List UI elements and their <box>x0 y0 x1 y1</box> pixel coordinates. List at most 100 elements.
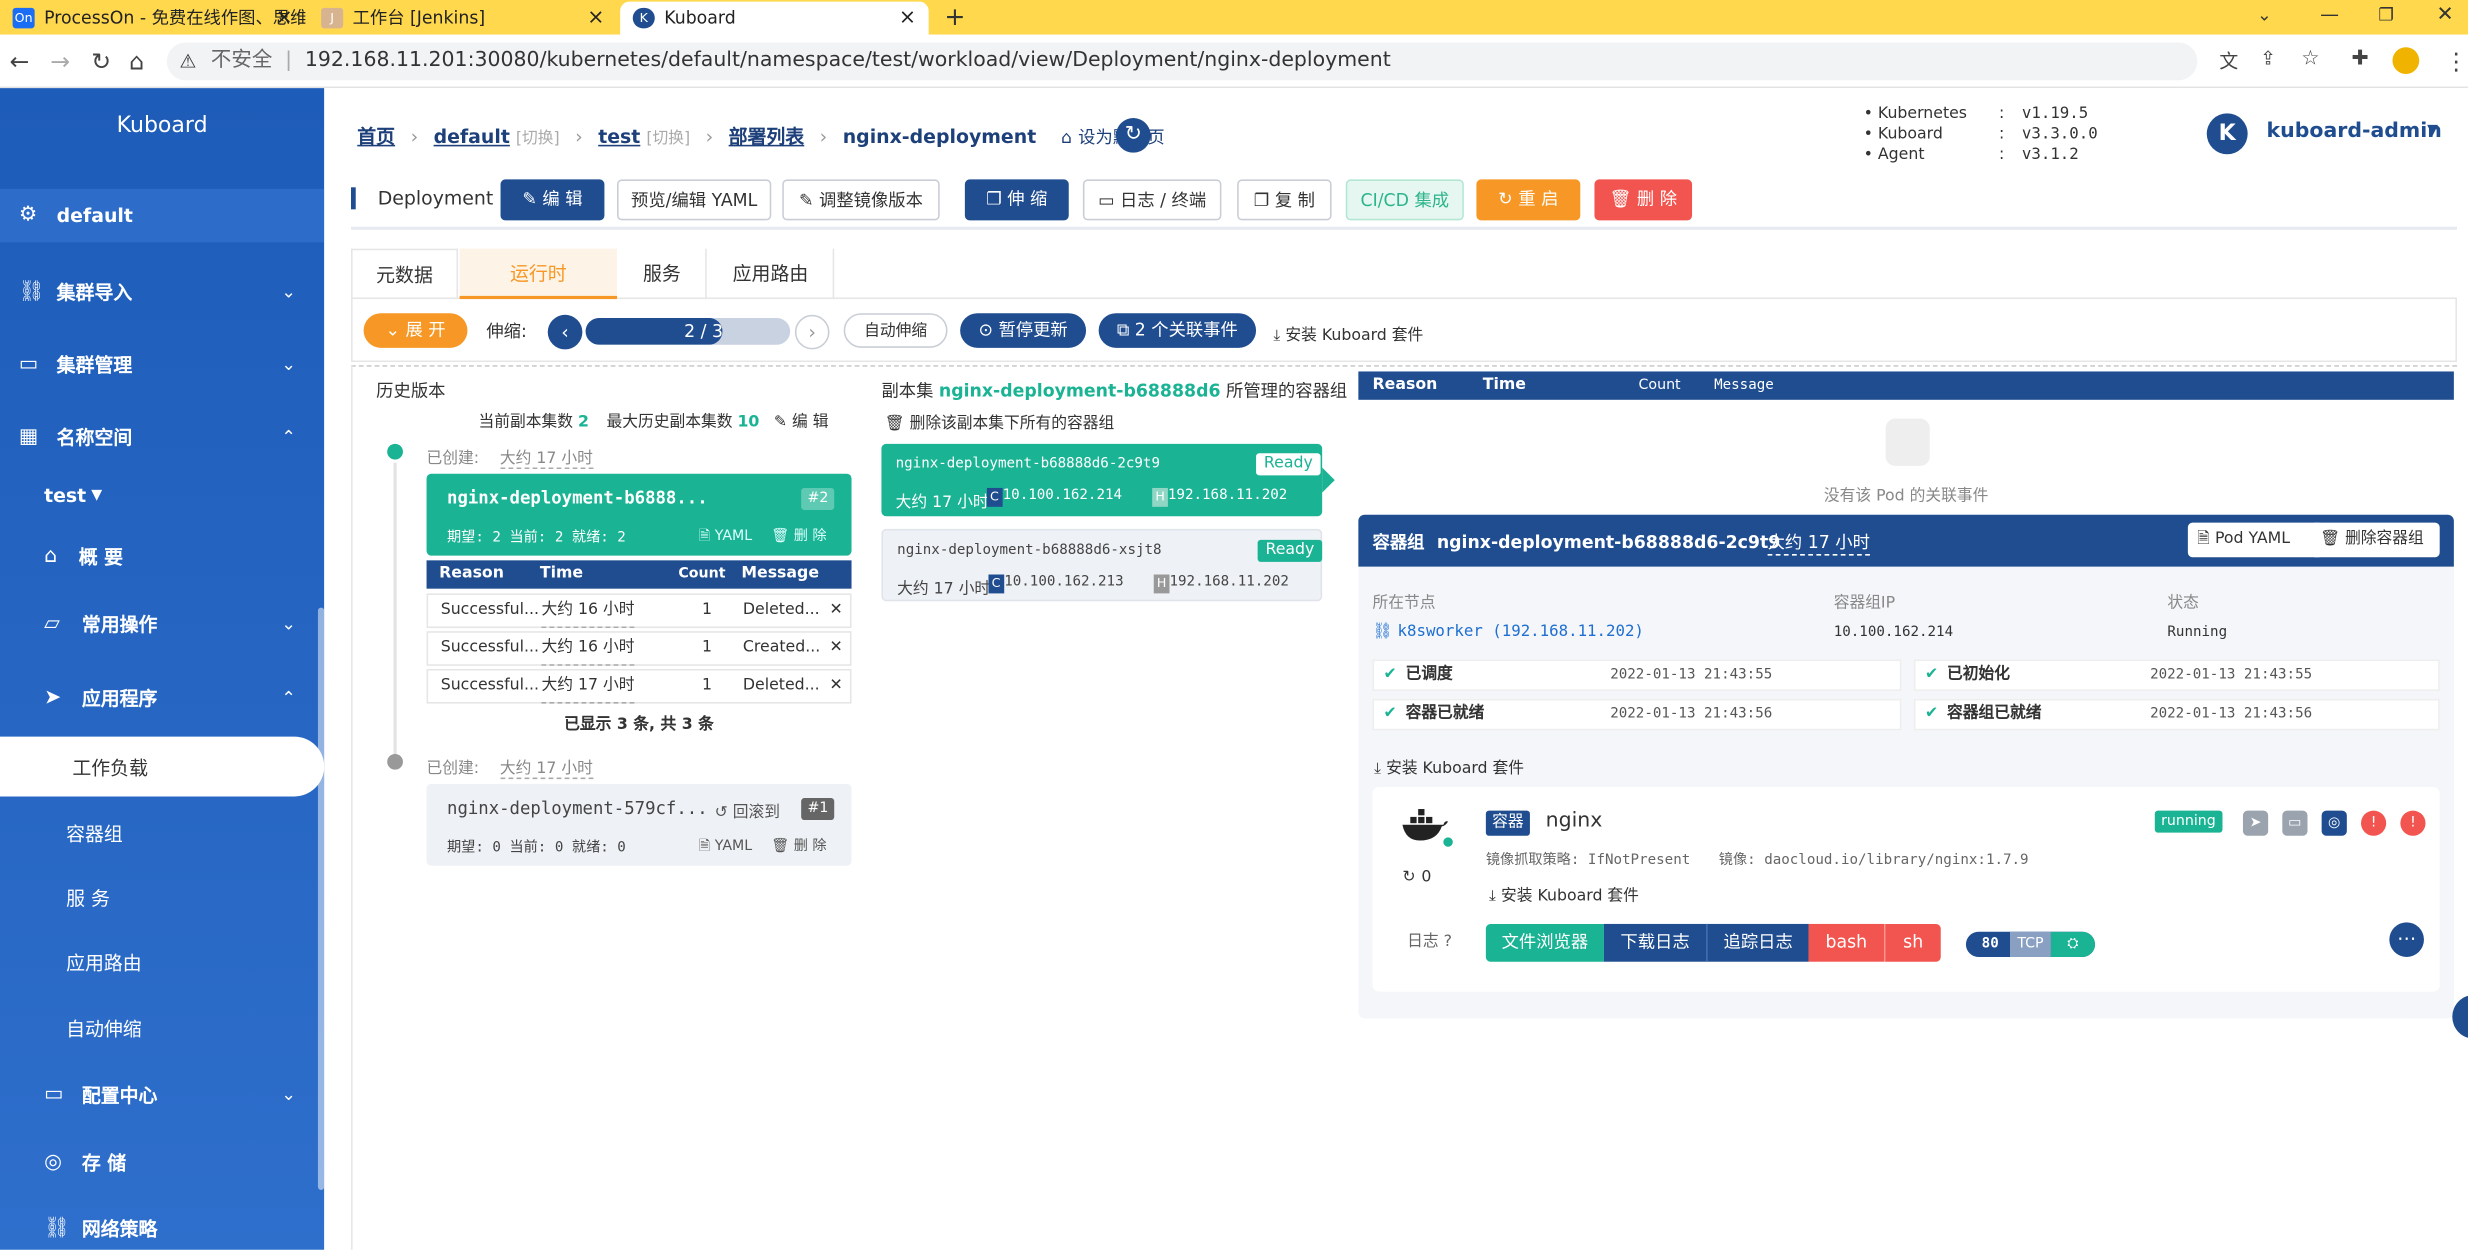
close-window-icon[interactable]: ✕ <box>2437 0 2454 31</box>
sidebar-item-config[interactable]: ▭ 配置中心 ⌄ <box>0 1072 324 1119</box>
breadcrumb-home[interactable]: 首页 <box>357 126 395 148</box>
logs-terminal-button[interactable]: ▭ 日志 / 终端 <box>1082 179 1222 221</box>
delete-pod-button[interactable]: 🗑 删除容器组 <box>2310 522 2440 558</box>
tab-search-icon[interactable]: ⌄ <box>2257 0 2272 31</box>
download-log-button[interactable]: 下载日志 <box>1603 923 1707 962</box>
sidebar-item-ingress[interactable]: 应用路由 <box>66 949 142 976</box>
switch-cluster-link[interactable]: [切换] <box>516 131 560 148</box>
edit-history-link[interactable]: ✎ 编 辑 <box>774 414 829 431</box>
close-tab-icon[interactable]: × <box>276 2 293 35</box>
tail-log-button[interactable]: 追踪日志 <box>1706 923 1809 962</box>
install-suite-link[interactable]: ⤓ 安装 Kuboard 套件 <box>1374 754 1524 777</box>
reload-icon[interactable]: ↻ <box>91 47 111 75</box>
revision-delete-link[interactable]: 🗑 删 除 <box>771 524 826 545</box>
sidebar-item-workloads[interactable]: 工作负载 <box>0 736 325 797</box>
sidebar-item-pods[interactable]: 容器组 <box>66 820 123 847</box>
sidebar-item-label: 工作负载 <box>72 757 148 780</box>
floating-helper-button[interactable] <box>2452 994 2468 1039</box>
minimize-icon[interactable]: — <box>2320 0 2339 28</box>
share-icon[interactable]: ⇪ <box>2260 47 2276 69</box>
extensions-icon[interactable]: ✚ <box>2352 47 2369 71</box>
alert-icon[interactable]: ! <box>2400 810 2426 836</box>
revision-name[interactable]: nginx-deployment-579cf... <box>447 798 708 818</box>
rollback-link[interactable]: ↺ 回滚到 <box>715 798 780 821</box>
tab-ingress[interactable]: 应用路由 <box>708 248 835 300</box>
refresh-button[interactable]: ↻ <box>1115 118 1151 153</box>
sidebar-item-netpolicy[interactable]: ⛓ 网络策略 <box>0 1206 324 1250</box>
node-link[interactable]: ⛓ k8sworker (192.168.11.202) <box>1373 623 1644 640</box>
preview-yaml-button[interactable]: 预览/编辑 YAML <box>617 179 772 221</box>
expand-button[interactable]: ⌄ 展 开 <box>363 313 468 348</box>
close-tab-icon[interactable]: × <box>587 2 604 35</box>
database-icon[interactable]: ◎ <box>2321 810 2347 836</box>
profile-avatar-icon[interactable] <box>2392 47 2420 74</box>
revision-yaml-link[interactable]: 🗎 YAML <box>699 834 752 859</box>
sidebar-cluster-default[interactable]: ⚙ default <box>0 188 325 243</box>
revision-name[interactable]: nginx-deployment-b6888... <box>447 488 708 508</box>
sidebar-item-autoscale[interactable]: 自动伸缩 <box>66 1015 142 1042</box>
close-tab-icon[interactable]: × <box>899 2 916 35</box>
delete-button[interactable]: 🗑 删 除 <box>1594 179 1693 221</box>
sidebar-item-cluster-manage[interactable]: ▭ 集群管理 ⌄ <box>0 342 324 389</box>
breadcrumb-namespace[interactable]: test <box>598 126 640 148</box>
sidebar-item-overview[interactable]: ⌂ 概 要 <box>0 534 324 581</box>
bookmark-star-icon[interactable]: ☆ <box>2301 47 2319 71</box>
pod-card[interactable]: nginx-deployment-b68888d6-xsjt8 Ready 大约… <box>881 528 1323 602</box>
tab-metadata[interactable]: 元数据 <box>351 248 459 300</box>
revision-delete-link[interactable]: 🗑 删 除 <box>771 834 826 855</box>
breadcrumb-deploy-list[interactable]: 部署列表 <box>729 126 805 148</box>
translate-icon[interactable]: 文 <box>2219 47 2238 74</box>
scale-button[interactable]: ❐ 伸 缩 <box>964 179 1069 221</box>
related-events-button[interactable]: ⧉ 2 个关联事件 <box>1098 313 1257 348</box>
install-suite-link[interactable]: ⤓ 安装 Kuboard 套件 <box>1273 321 1423 344</box>
switch-namespace-link[interactable]: [切换] <box>646 131 690 148</box>
browser-tab-processon[interactable]: On ProcessOn - 免费在线作图、思维... × <box>0 2 305 35</box>
terminal-icon[interactable]: ▭ <box>2282 810 2308 836</box>
forward-icon[interactable]: → <box>50 47 70 75</box>
revision-yaml-link[interactable]: 🗎 YAML <box>699 524 752 549</box>
sidebar-item-applications[interactable]: ➤ 应用程序 ⌃ <box>0 675 324 722</box>
copy-button[interactable]: ❐ 复 制 <box>1237 179 1332 221</box>
tab-services[interactable]: 服务 <box>619 248 707 300</box>
send-icon[interactable]: ➤ <box>2242 810 2269 836</box>
alert-icon[interactable]: ! <box>2361 810 2387 836</box>
sidebar-item-namespace[interactable]: ▦ 名称空间 ⌃ <box>0 414 324 461</box>
new-tab-icon[interactable]: + <box>944 0 965 35</box>
more-actions-button[interactable]: ⋯ <box>2389 922 2424 957</box>
sh-button[interactable]: sh <box>1884 923 1941 962</box>
rs-name[interactable]: nginx-deployment-b68888d6 <box>939 381 1221 401</box>
host-ip-icon: H <box>1152 487 1168 507</box>
close-icon[interactable]: ✕ <box>829 633 842 664</box>
edit-button[interactable]: ✎ 编 辑 <box>500 179 605 221</box>
url-input[interactable]: ⚠ 不安全 | 192.168.11.201:30080/kubernetes/… <box>166 42 2198 81</box>
restore-icon[interactable]: ❐ <box>2378 0 2394 31</box>
restart-button[interactable]: ↻ 重 启 <box>1476 179 1581 221</box>
menu-kebab-icon[interactable]: ⋮ <box>2444 47 2468 75</box>
pod-card-selected[interactable]: nginx-deployment-b68888d6-2c9t9 Ready 大约… <box>881 443 1323 517</box>
browser-tab-kuboard[interactable]: K Kuboard × <box>620 1 929 35</box>
pause-update-button[interactable]: ⊙ 暂停更新 <box>960 313 1087 348</box>
namespace-selector[interactable]: test ▼ <box>0 472 324 519</box>
delete-all-pods-link[interactable]: 🗑 删除该副本集下所有的容器组 <box>885 409 1115 433</box>
back-icon[interactable]: ← <box>9 47 29 75</box>
pod-yaml-button[interactable]: 🗎 Pod YAML <box>2187 522 2324 558</box>
browser-tab-jenkins[interactable]: J 工作台 [Jenkins] × <box>309 2 618 35</box>
file-browser-button[interactable]: 文件浏览器 <box>1485 923 1604 962</box>
sidebar-item-services[interactable]: 服 务 <box>66 885 110 912</box>
scale-minus-button[interactable]: ‹ <box>547 314 583 350</box>
home-icon[interactable]: ⌂ <box>129 47 144 75</box>
close-icon[interactable]: ✕ <box>829 595 842 626</box>
sidebar-item-cluster-import[interactable]: ⛓ 集群导入 ⌄ <box>0 269 324 316</box>
breadcrumb-cluster[interactable]: default <box>434 126 510 148</box>
adjust-image-button[interactable]: ✎ 调整镜像版本 <box>782 179 940 221</box>
auto-scale-button[interactable]: 自动伸缩 <box>843 313 948 348</box>
cicd-button[interactable]: CI/CD 集成 <box>1345 179 1464 221</box>
container-install-link[interactable]: ⤓ 安装 Kuboard 套件 <box>1489 881 1639 905</box>
sidebar-item-common-ops[interactable]: ▱ 常用操作 ⌄ <box>0 601 324 648</box>
breadcrumb-sep: › <box>819 125 828 148</box>
bash-button[interactable]: bash <box>1808 923 1885 962</box>
tab-runtime[interactable]: 运行时 <box>459 248 618 300</box>
close-icon[interactable]: ✕ <box>829 671 842 702</box>
scale-plus-button[interactable]: › <box>794 314 830 350</box>
sidebar-item-storage[interactable]: ◎ 存 储 <box>0 1140 324 1187</box>
